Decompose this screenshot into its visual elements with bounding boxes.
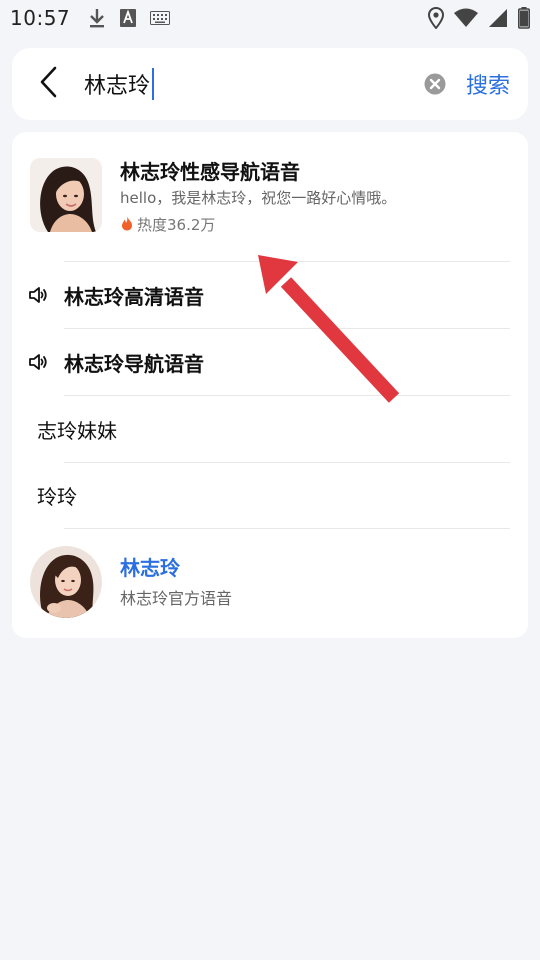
artist-name: 林志玲 bbox=[120, 556, 180, 580]
suggestion-item-lingling[interactable]: 玲玲 bbox=[12, 462, 528, 528]
search-input[interactable]: 林志玲 bbox=[84, 64, 155, 104]
suggestion-item-sister[interactable]: 志玲妹妹 bbox=[12, 396, 528, 462]
artist-subtitle: 林志玲官方语音 bbox=[120, 589, 233, 608]
status-right-icons bbox=[428, 7, 530, 29]
status-bar: 10:57 bbox=[0, 0, 540, 36]
speaker-icon bbox=[12, 286, 64, 304]
suggestion-label: 林志玲高清语音 bbox=[64, 284, 204, 309]
suggestion-label: 志玲妹妹 bbox=[37, 418, 117, 443]
text-caret bbox=[152, 68, 155, 100]
voice-pack-description: hello，我是林志玲，祝您一路好心情哦。 bbox=[120, 189, 397, 207]
status-time: 10:57 bbox=[10, 6, 71, 30]
heat-badge: 热度36.2万 bbox=[120, 214, 215, 235]
results-card: 林志玲性感导航语音 hello，我是林志玲，祝您一路好心情哦。 热度36.2万 … bbox=[12, 132, 528, 638]
wifi-icon bbox=[454, 8, 478, 28]
search-button[interactable]: 搜索 bbox=[466, 68, 510, 100]
suggestion-item-nav-voice[interactable]: 林志玲导航语音 bbox=[12, 329, 528, 395]
clear-circle-icon[interactable] bbox=[422, 71, 448, 97]
suggestion-item-hd-voice[interactable]: 林志玲高清语音 bbox=[12, 262, 528, 328]
suggestion-label: 林志玲导航语音 bbox=[64, 351, 204, 376]
heat-value: 热度36.2万 bbox=[137, 216, 216, 234]
battery-icon bbox=[518, 7, 530, 29]
keyboard-icon bbox=[150, 11, 171, 25]
status-left-icons bbox=[88, 7, 171, 29]
download-icon bbox=[88, 7, 106, 29]
avatar bbox=[30, 546, 102, 618]
signal-icon bbox=[488, 8, 508, 28]
search-bar: 林志玲 搜索 bbox=[12, 48, 528, 120]
suggestion-label: 玲玲 bbox=[37, 484, 77, 509]
flame-icon bbox=[120, 215, 134, 235]
voice-pack-title: 林志玲性感导航语音 bbox=[120, 160, 300, 184]
artist-item[interactable]: 林志玲 林志玲官方语音 bbox=[12, 528, 528, 638]
back-button[interactable] bbox=[18, 48, 78, 120]
voice-pack-cover bbox=[30, 158, 102, 232]
font-a-icon bbox=[120, 9, 137, 27]
search-query: 林志玲 bbox=[84, 74, 151, 99]
speaker-icon bbox=[12, 353, 64, 371]
location-icon bbox=[428, 7, 444, 29]
top-result-item[interactable]: 林志玲性感导航语音 hello，我是林志玲，祝您一路好心情哦。 热度36.2万 bbox=[12, 132, 528, 252]
chevron-left-icon bbox=[37, 65, 59, 103]
